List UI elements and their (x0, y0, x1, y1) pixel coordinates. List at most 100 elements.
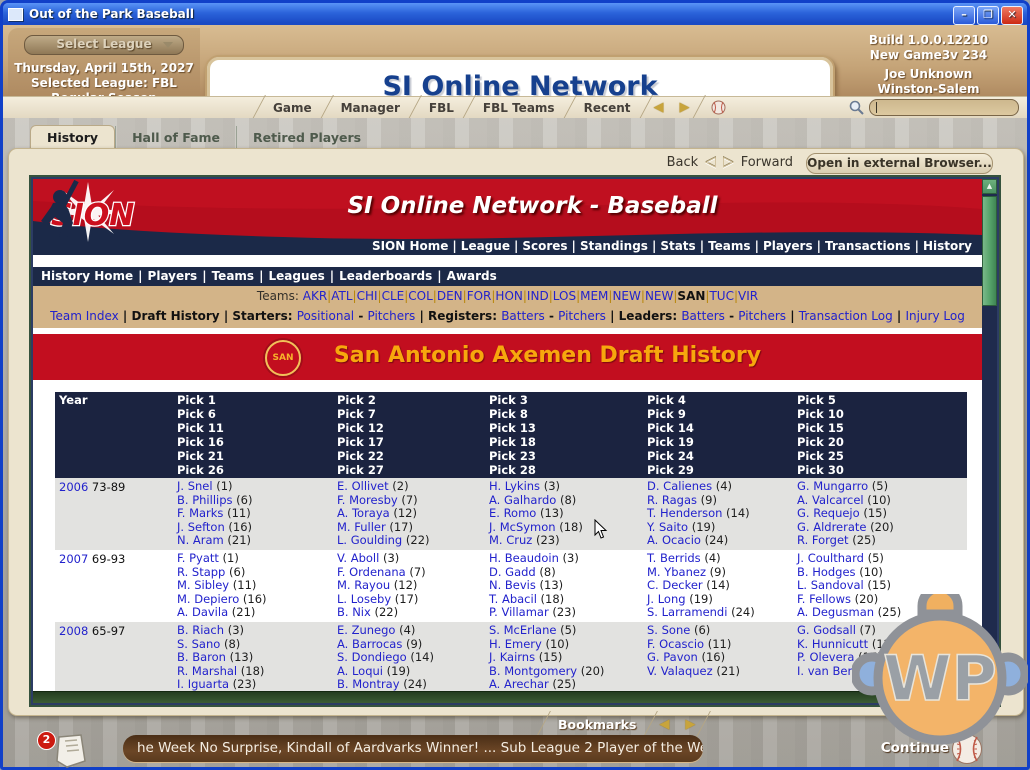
main-nav-players[interactable]: Players (763, 239, 813, 253)
subnav-link-batters[interactable]: Batters (681, 309, 725, 323)
player-link[interactable]: B. Phillips (177, 493, 233, 507)
player-link[interactable]: A. Barrocas (337, 637, 402, 651)
player-link[interactable]: I. van Bennekom (797, 664, 894, 678)
player-link[interactable]: E. Ollivet (337, 479, 389, 493)
player-link[interactable]: B. Montgomery (489, 664, 577, 678)
history-nav-teams[interactable]: Teams (212, 269, 254, 283)
year-link-2008[interactable]: 2008 (59, 624, 88, 638)
team-code-new[interactable]: NEW (645, 289, 673, 303)
search-icon[interactable] (848, 99, 865, 116)
player-link[interactable]: J. Sefton (177, 520, 225, 534)
player-link[interactable]: J. Kairns (489, 650, 535, 664)
player-link[interactable]: G. Mungarro (797, 479, 868, 493)
scroll-up-button[interactable]: ▲ (982, 179, 997, 194)
main-nav-stats[interactable]: Stats (660, 239, 695, 253)
subnav-link-pitchers[interactable]: Pitchers (558, 309, 606, 323)
subnav-link-positional[interactable]: Positional (297, 309, 354, 323)
player-link[interactable]: N. Bevis (489, 578, 536, 592)
player-link[interactable]: F. Ordenana (337, 565, 406, 579)
player-link[interactable]: A. Arechar (489, 677, 549, 691)
history-nav-history-home[interactable]: History Home (41, 269, 133, 283)
subnav-link-transaction-log[interactable]: Transaction Log (799, 309, 893, 323)
player-link[interactable]: L. Loseby (337, 592, 391, 606)
player-link[interactable]: L. Goulding (337, 533, 402, 547)
player-link[interactable]: J. McSymon (489, 520, 556, 534)
player-link[interactable]: T. Berrids (647, 551, 701, 565)
player-link[interactable]: M. Rayou (337, 578, 390, 592)
player-link[interactable]: B. Baron (177, 650, 226, 664)
team-code-den[interactable]: DEN (437, 289, 463, 303)
year-link-2007[interactable]: 2007 (59, 552, 88, 566)
subnav-link-batters[interactable]: Batters (501, 309, 545, 323)
player-link[interactable]: J. Snel (177, 479, 213, 493)
team-code-tuc[interactable]: TUC (709, 289, 734, 303)
player-link[interactable]: P. Olevera (797, 650, 854, 664)
player-link[interactable]: B. Nix (337, 605, 371, 619)
player-link[interactable]: V. Valaquez (647, 664, 713, 678)
continue-baseball-icon[interactable] (951, 733, 983, 765)
subnav-link-pitchers[interactable]: Pitchers (367, 309, 415, 323)
main-nav-teams[interactable]: Teams (708, 239, 750, 253)
player-link[interactable]: S. Dondiego (337, 650, 407, 664)
menu-tab-game[interactable]: Game (259, 101, 326, 115)
search-input[interactable] (869, 99, 1019, 116)
player-link[interactable]: I. Iguarta (177, 677, 229, 691)
back-label[interactable]: Back (667, 155, 699, 170)
open-external-browser-button[interactable]: Open in external Browser... (806, 153, 993, 174)
history-back-icon[interactable]: ◀ (646, 100, 672, 115)
player-link[interactable]: V. Aboll (337, 551, 379, 565)
player-link[interactable]: M. Cruz (489, 533, 532, 547)
player-link[interactable]: C. Decker (647, 578, 703, 592)
player-link[interactable]: F. Marks (177, 506, 223, 520)
player-link[interactable]: N. Aram (177, 533, 224, 547)
player-link[interactable]: A. Toraya (337, 506, 390, 520)
history-nav-awards[interactable]: Awards (447, 269, 497, 283)
player-link[interactable]: E. Romo (489, 506, 536, 520)
forward-label[interactable]: Forward (741, 155, 793, 170)
close-button[interactable]: ✕ (1001, 6, 1023, 25)
player-link[interactable]: A. Degusman (797, 605, 874, 619)
subnav-link-pitchers[interactable]: Pitchers (738, 309, 786, 323)
team-code-los[interactable]: LOS (553, 289, 576, 303)
team-code-san-current[interactable]: SAN (677, 289, 705, 303)
player-link[interactable]: S. Sone (647, 623, 690, 637)
player-link[interactable]: T. Abacil (489, 592, 537, 606)
team-code-cle[interactable]: CLE (382, 289, 405, 303)
player-link[interactable]: F. Pyatt (177, 551, 219, 565)
history-nav-players[interactable]: Players (148, 269, 198, 283)
player-link[interactable]: S. Larramendi (647, 605, 727, 619)
menu-tab-fbl-teams[interactable]: FBL Teams (469, 101, 569, 115)
tab-history[interactable]: History (30, 125, 115, 148)
player-link[interactable]: A. Davila (177, 605, 228, 619)
player-link[interactable]: M. Ybanez (647, 565, 706, 579)
history-nav-leagues[interactable]: Leagues (268, 269, 324, 283)
player-link[interactable]: M. Sibley (177, 578, 229, 592)
tab-retired-players[interactable]: Retired Players (236, 126, 377, 148)
subnav-link-team-index[interactable]: Team Index (50, 309, 119, 323)
subnav-link-injury-log[interactable]: Injury Log (905, 309, 964, 323)
player-link[interactable]: L. Sandoval (797, 578, 864, 592)
continue-button[interactable]: Continue (881, 740, 949, 756)
player-link[interactable]: G. Aldrerate (797, 520, 867, 534)
player-link[interactable]: B. Riach (177, 623, 224, 637)
main-nav-transactions[interactable]: Transactions (825, 239, 911, 253)
player-link[interactable]: S. Sano (177, 637, 220, 651)
player-link[interactable]: E. Zunego (337, 623, 395, 637)
player-link[interactable]: A. Valcarcel (797, 493, 864, 507)
player-link[interactable]: F. Fellows (797, 592, 851, 606)
player-link[interactable]: R. Stapp (177, 565, 225, 579)
player-link[interactable]: F. Moresby (337, 493, 398, 507)
player-link[interactable]: B. Hodges (797, 565, 856, 579)
history-nav-leaderboards[interactable]: Leaderboards (339, 269, 432, 283)
player-link[interactable]: R. Marshal (177, 664, 237, 678)
year-link-2006[interactable]: 2006 (59, 480, 88, 494)
team-code-col[interactable]: COL (408, 289, 433, 303)
history-forward-icon[interactable]: ▶ (672, 100, 698, 115)
player-link[interactable]: R. Ragas (647, 493, 697, 507)
team-code-for[interactable]: FOR (467, 289, 492, 303)
player-link[interactable]: T. Henderson (647, 506, 722, 520)
main-nav-history[interactable]: History (923, 239, 972, 253)
player-link[interactable]: G. Godsall (797, 623, 856, 637)
player-link[interactable]: S. McErlane (489, 623, 556, 637)
tab-hall-of-fame[interactable]: Hall of Fame (115, 126, 236, 148)
